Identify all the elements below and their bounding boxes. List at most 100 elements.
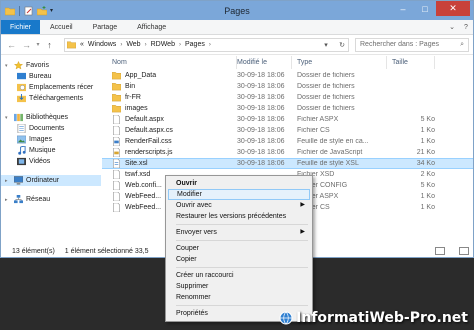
menu-item[interactable]: Restaurer les versions précédentes xyxy=(168,211,310,222)
breadcrumb-windows[interactable]: Windows xyxy=(88,41,116,48)
folder-icon xyxy=(112,71,121,80)
nav-item-bureau[interactable]: Bureau xyxy=(1,71,101,82)
file-name: WebFeed... xyxy=(125,193,162,200)
file-row[interactable]: App_Data 30-09-18 18:06 Dossier de fichier… xyxy=(102,70,473,81)
menu-separator xyxy=(176,240,308,241)
help-icon[interactable]: ? xyxy=(459,20,473,34)
menu-item[interactable]: Modifier xyxy=(168,189,310,200)
chevron-down-icon[interactable]: ⌄ xyxy=(445,20,459,34)
nav-item-reseau[interactable]: ▸ Réseau xyxy=(1,194,101,205)
column-header-date[interactable]: Modifié le xyxy=(237,56,292,69)
chevron-right-icon[interactable]: › xyxy=(209,42,211,48)
file-row[interactable]: Default.aspx.cs 30-09-18 18:06 Fichier CS 1… xyxy=(102,125,473,136)
folder-icon[interactable] xyxy=(5,6,15,16)
recent-places-icon xyxy=(17,83,26,92)
properties-icon[interactable] xyxy=(24,6,34,16)
menu-item[interactable]: Envoyer vers ▶ xyxy=(168,227,310,238)
breadcrumb-web[interactable]: Web xyxy=(126,41,140,48)
menu-item[interactable]: Ouvrir xyxy=(168,178,310,189)
chevron-down-icon[interactable]: ▾ xyxy=(320,41,332,49)
chevron-right-icon[interactable]: › xyxy=(120,42,122,48)
large-icons-view-icon[interactable] xyxy=(459,247,469,255)
menu-separator xyxy=(176,267,308,268)
file-size: 5 Ko xyxy=(420,116,435,123)
videos-icon xyxy=(17,157,26,166)
nav-favorites: ▾ Favoris Bureau Emplacements récer Télé… xyxy=(1,60,101,104)
file-name-cell: images xyxy=(106,104,237,113)
up-arrow-icon[interactable]: ↑ xyxy=(43,38,56,51)
menu-item[interactable]: Ouvrir avec ▶ xyxy=(168,200,310,211)
column-header-type[interactable]: Type xyxy=(292,56,387,69)
nav-item-bibliotheques[interactable]: ▾ Bibliothèques xyxy=(1,112,101,123)
collapse-icon[interactable]: ▾ xyxy=(5,63,11,69)
file-row[interactable]: Site.xsl 30-09-18 18:06 Feuille de style X… xyxy=(102,158,473,169)
nav-label: Bibliothèques xyxy=(26,114,69,121)
tab-fichier[interactable]: Fichier xyxy=(1,20,41,34)
back-arrow-icon[interactable]: ← xyxy=(5,38,18,51)
file-type: Fichier ASPX xyxy=(297,116,339,123)
breadcrumb-pages[interactable]: Pages xyxy=(185,41,205,48)
folder-icon xyxy=(112,82,121,91)
forward-arrow-icon[interactable]: → xyxy=(20,38,33,51)
nav-item-favoris[interactable]: ▾ Favoris xyxy=(1,60,101,71)
nav-label: Ordinateur xyxy=(26,177,60,184)
tab-partage[interactable]: Partage xyxy=(83,20,128,34)
menu-item[interactable]: Renommer xyxy=(168,292,310,303)
nav-item-ordinateur[interactable]: ▸ Ordinateur xyxy=(1,175,101,186)
refresh-icon[interactable]: ↻ xyxy=(336,41,348,49)
nav-item-telechargements[interactable]: Téléchargements xyxy=(1,93,101,104)
file-row[interactable]: RenderFail.css 30-09-18 18:06 Feuille de s… xyxy=(102,136,473,147)
chevron-right-icon[interactable]: › xyxy=(179,42,181,48)
file-row[interactable]: Default.aspx 30-09-18 18:06 Fichier ASPX 5 … xyxy=(102,114,473,125)
file-name-cell: renderscripts.js xyxy=(106,148,237,157)
search-input[interactable]: Rechercher dans : Pages ⌕ xyxy=(355,37,469,52)
details-view-icon[interactable] xyxy=(435,247,445,255)
menu-item[interactable]: Créer un raccourci xyxy=(168,270,310,281)
star-icon xyxy=(14,61,23,70)
collapse-icon[interactable]: ▾ xyxy=(5,115,11,121)
nav-item-documents[interactable]: Documents xyxy=(1,123,101,134)
tab-affichage[interactable]: Affichage xyxy=(127,20,176,34)
menu-separator xyxy=(176,305,308,306)
nav-item-emplacements-recents[interactable]: Emplacements récer xyxy=(1,82,101,93)
menu-item[interactable]: Copier xyxy=(168,254,310,265)
file-row[interactable]: images 30-09-18 18:06 Dossier de fichiers xyxy=(102,103,473,114)
nav-item-images[interactable]: Images xyxy=(1,134,101,145)
menu-item-label: Copier xyxy=(176,256,197,263)
breadcrumb-overflow[interactable]: « xyxy=(80,41,84,48)
nav-item-musique[interactable]: Musique xyxy=(1,145,101,156)
menu-item-label: Modifier xyxy=(177,191,202,198)
file-size: 1 Ko xyxy=(420,204,435,211)
file-row[interactable]: renderscripts.js 30-09-18 18:06 Fichier de… xyxy=(102,147,473,158)
file-name: App_Data xyxy=(125,72,157,79)
expand-icon[interactable]: ▸ xyxy=(5,197,11,203)
file-type: Dossier de fichiers xyxy=(297,83,355,90)
chevron-right-icon[interactable]: › xyxy=(145,42,147,48)
menu-item[interactable]: Couper xyxy=(168,243,310,254)
close-button[interactable]: ✕ xyxy=(436,1,470,16)
expand-icon[interactable]: ▸ xyxy=(5,178,11,184)
nav-item-videos[interactable]: Vidéos xyxy=(1,156,101,167)
file-row[interactable]: fr-FR 30-09-18 18:06 Dossier de fichiers xyxy=(102,92,473,103)
file-name: images xyxy=(125,105,148,112)
menu-item[interactable]: Supprimer xyxy=(168,281,310,292)
file-type: Feuille de style en ca... xyxy=(297,138,369,145)
downloads-icon xyxy=(17,94,26,103)
column-header-size[interactable]: Taille xyxy=(387,56,435,69)
file-row[interactable]: Bin 30-09-18 18:06 Dossier de fichiers xyxy=(102,81,473,92)
tab-accueil[interactable]: Accueil xyxy=(40,20,83,34)
column-header-name[interactable]: Nom xyxy=(106,56,237,69)
computer-icon xyxy=(14,176,23,185)
maximize-button[interactable]: □ xyxy=(414,1,436,16)
title-bar: ▾ Pages – □ ✕ xyxy=(1,1,473,20)
nav-label: Favoris xyxy=(26,62,49,69)
new-folder-icon[interactable] xyxy=(37,5,47,16)
breadcrumb-rdweb[interactable]: RDWeb xyxy=(151,41,175,48)
recent-dropdown-icon[interactable]: ▾ xyxy=(35,38,41,51)
chevron-down-icon[interactable]: ▾ xyxy=(50,6,56,16)
file-name-cell: Default.aspx.cs xyxy=(106,126,237,135)
nav-label: Images xyxy=(29,136,52,143)
address-bar[interactable]: « Windows › Web › RDWeb › Pages › ▾ ↻ xyxy=(64,37,349,52)
quick-access-toolbar: ▾ xyxy=(1,5,56,16)
minimize-button[interactable]: – xyxy=(392,1,414,16)
